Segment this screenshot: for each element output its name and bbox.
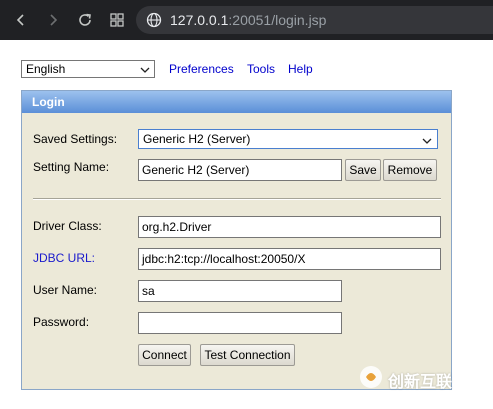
back-icon[interactable] bbox=[10, 9, 32, 31]
reload-icon[interactable] bbox=[74, 9, 96, 31]
remove-button[interactable]: Remove bbox=[383, 159, 437, 181]
user-name-input[interactable]: sa bbox=[138, 280, 342, 302]
login-panel: Login Saved Settings: Generic H2 (Server… bbox=[21, 90, 452, 390]
driver-class-input[interactable]: org.h2.Driver bbox=[138, 216, 441, 238]
saved-settings-value: Generic H2 (Server) bbox=[143, 132, 251, 146]
globe-icon bbox=[146, 12, 162, 28]
watermark: 创新互联 bbox=[358, 364, 452, 395]
connect-button[interactable]: Connect bbox=[138, 344, 191, 366]
test-connection-button[interactable]: Test Connection bbox=[200, 344, 295, 366]
forward-icon[interactable] bbox=[42, 9, 64, 31]
address-bar[interactable]: 127.0.0.1:20051/login.jsp bbox=[136, 6, 493, 34]
jdbc-url-input[interactable]: jdbc:h2:tcp://localhost:20050/X bbox=[138, 248, 441, 270]
preferences-link[interactable]: Preferences bbox=[169, 62, 234, 76]
divider bbox=[33, 198, 441, 200]
language-value: English bbox=[26, 62, 66, 76]
saved-settings-select[interactable]: Generic H2 (Server) bbox=[138, 129, 438, 149]
watermark-text: 创新互联 bbox=[388, 373, 453, 391]
apps-icon[interactable] bbox=[106, 9, 128, 31]
jdbc-url-label[interactable]: JDBC URL: bbox=[33, 251, 95, 265]
tools-link[interactable]: Tools bbox=[247, 62, 275, 76]
watermark-logo-icon bbox=[358, 364, 384, 395]
url-path: :20051/login.jsp bbox=[228, 12, 327, 28]
setting-name-label: Setting Name: bbox=[33, 160, 110, 174]
save-button[interactable]: Save bbox=[345, 159, 381, 181]
chevron-down-icon bbox=[140, 64, 150, 78]
setting-name-input[interactable]: Generic H2 (Server) bbox=[138, 159, 342, 181]
help-link[interactable]: Help bbox=[288, 62, 313, 76]
language-select[interactable]: English bbox=[21, 60, 155, 78]
login-panel-title: Login bbox=[22, 91, 451, 113]
saved-settings-label: Saved Settings: bbox=[33, 132, 118, 146]
password-input[interactable] bbox=[138, 312, 342, 334]
chevron-down-icon bbox=[422, 135, 432, 149]
password-label: Password: bbox=[33, 315, 90, 329]
user-name-label: User Name: bbox=[33, 283, 98, 297]
url-host: 127.0.0.1 bbox=[170, 12, 229, 28]
driver-class-label: Driver Class: bbox=[33, 219, 102, 233]
browser-toolbar: 127.0.0.1:20051/login.jsp bbox=[0, 0, 493, 40]
